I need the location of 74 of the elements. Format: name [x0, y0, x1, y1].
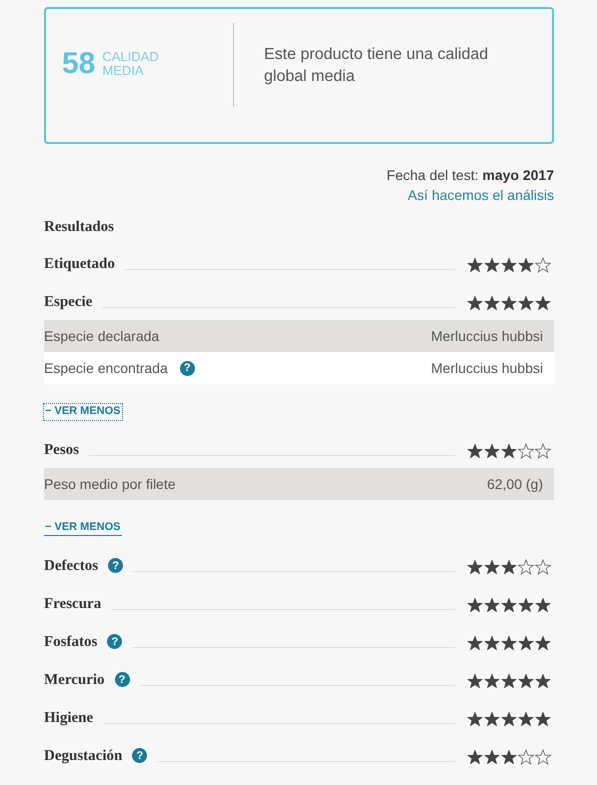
star-icon: [467, 635, 483, 651]
star-icon: [535, 295, 551, 311]
criterion-label: Etiquetado: [44, 256, 115, 273]
star-outline-icon: [518, 443, 534, 459]
method-link[interactable]: Así hacemos el análisis: [408, 185, 554, 205]
criterion-label: Mercurio: [44, 672, 105, 689]
star-icon: [535, 635, 551, 651]
collapse-link[interactable]: − VER MENOS: [44, 404, 122, 420]
star-icon: [501, 635, 517, 651]
star-icon: [518, 295, 534, 311]
star-icon: [484, 711, 500, 727]
star-icon: [467, 443, 483, 459]
star-icon: [467, 295, 483, 311]
detail-label: Especie declarada: [44, 328, 160, 344]
help-icon[interactable]: ?: [180, 360, 195, 376]
detail-label: Peso medio por filete: [44, 476, 176, 492]
star-icon: [501, 749, 517, 765]
star-icon: [467, 749, 483, 765]
star-icon: [484, 635, 500, 651]
help-icon[interactable]: ?: [132, 748, 148, 763]
star-outline-icon: [518, 749, 534, 765]
star-icon: [535, 711, 551, 727]
star-icon: [501, 295, 517, 311]
star-icon: [484, 597, 500, 613]
star-icon: [518, 597, 534, 613]
star-icon: [501, 443, 517, 459]
criterion-label: Especie: [44, 294, 92, 311]
criterion-label: Defectos: [44, 558, 98, 575]
star-icon: [518, 257, 534, 273]
star-outline-icon: [535, 257, 551, 273]
star-icon: [467, 711, 483, 727]
star-outline-icon: [518, 559, 534, 575]
star-icon: [467, 597, 483, 613]
grade-label: CALIDAD: [102, 50, 159, 64]
help-icon[interactable]: ?: [108, 558, 124, 573]
criterion-label: Degustación: [44, 748, 122, 765]
star-icon: [484, 749, 500, 765]
star-icon: [467, 257, 483, 273]
test-date: Fecha del test: mayo 2017: [386, 166, 554, 185]
star-outline-icon: [535, 749, 551, 765]
star-icon: [501, 673, 517, 689]
detail-value: Merluccius hubbsi: [430, 360, 543, 376]
results-heading: Resultados: [44, 219, 116, 236]
detail-label: Especie encontrada: [44, 360, 168, 376]
star-icon: [484, 673, 500, 689]
star-outline-icon: [535, 559, 551, 575]
star-icon: [501, 711, 517, 727]
criterion-label: Fosfatos: [44, 634, 98, 651]
star-icon: [484, 295, 500, 311]
summary-text: Este producto tiene una calidad global media: [263, 45, 490, 87]
star-icon: [467, 559, 483, 575]
detail-value: Merluccius hubbsi: [430, 328, 543, 344]
star-icon: [535, 597, 551, 613]
star-icon: [501, 559, 517, 575]
criterion-label: Higiene: [44, 710, 94, 727]
detail-value: 62,00 (g): [486, 476, 543, 492]
star-icon: [535, 673, 551, 689]
help-icon[interactable]: ?: [114, 672, 130, 687]
star-icon: [484, 559, 500, 575]
score-number: 58: [62, 47, 96, 81]
help-icon[interactable]: ?: [107, 634, 122, 649]
star-icon: [501, 597, 517, 613]
star-icon: [518, 673, 534, 689]
star-icon: [467, 673, 483, 689]
star-outline-icon: [535, 443, 551, 459]
grade-label: MEDIA: [102, 64, 145, 78]
criterion-label: Pesos: [44, 442, 79, 459]
star-icon: [518, 711, 534, 727]
star-icon: [484, 257, 500, 273]
star-icon: [484, 443, 500, 459]
star-icon: [501, 257, 517, 273]
criterion-label: Frescura: [44, 596, 102, 613]
star-icon: [518, 635, 534, 651]
collapse-link[interactable]: − VER MENOS: [44, 520, 122, 536]
